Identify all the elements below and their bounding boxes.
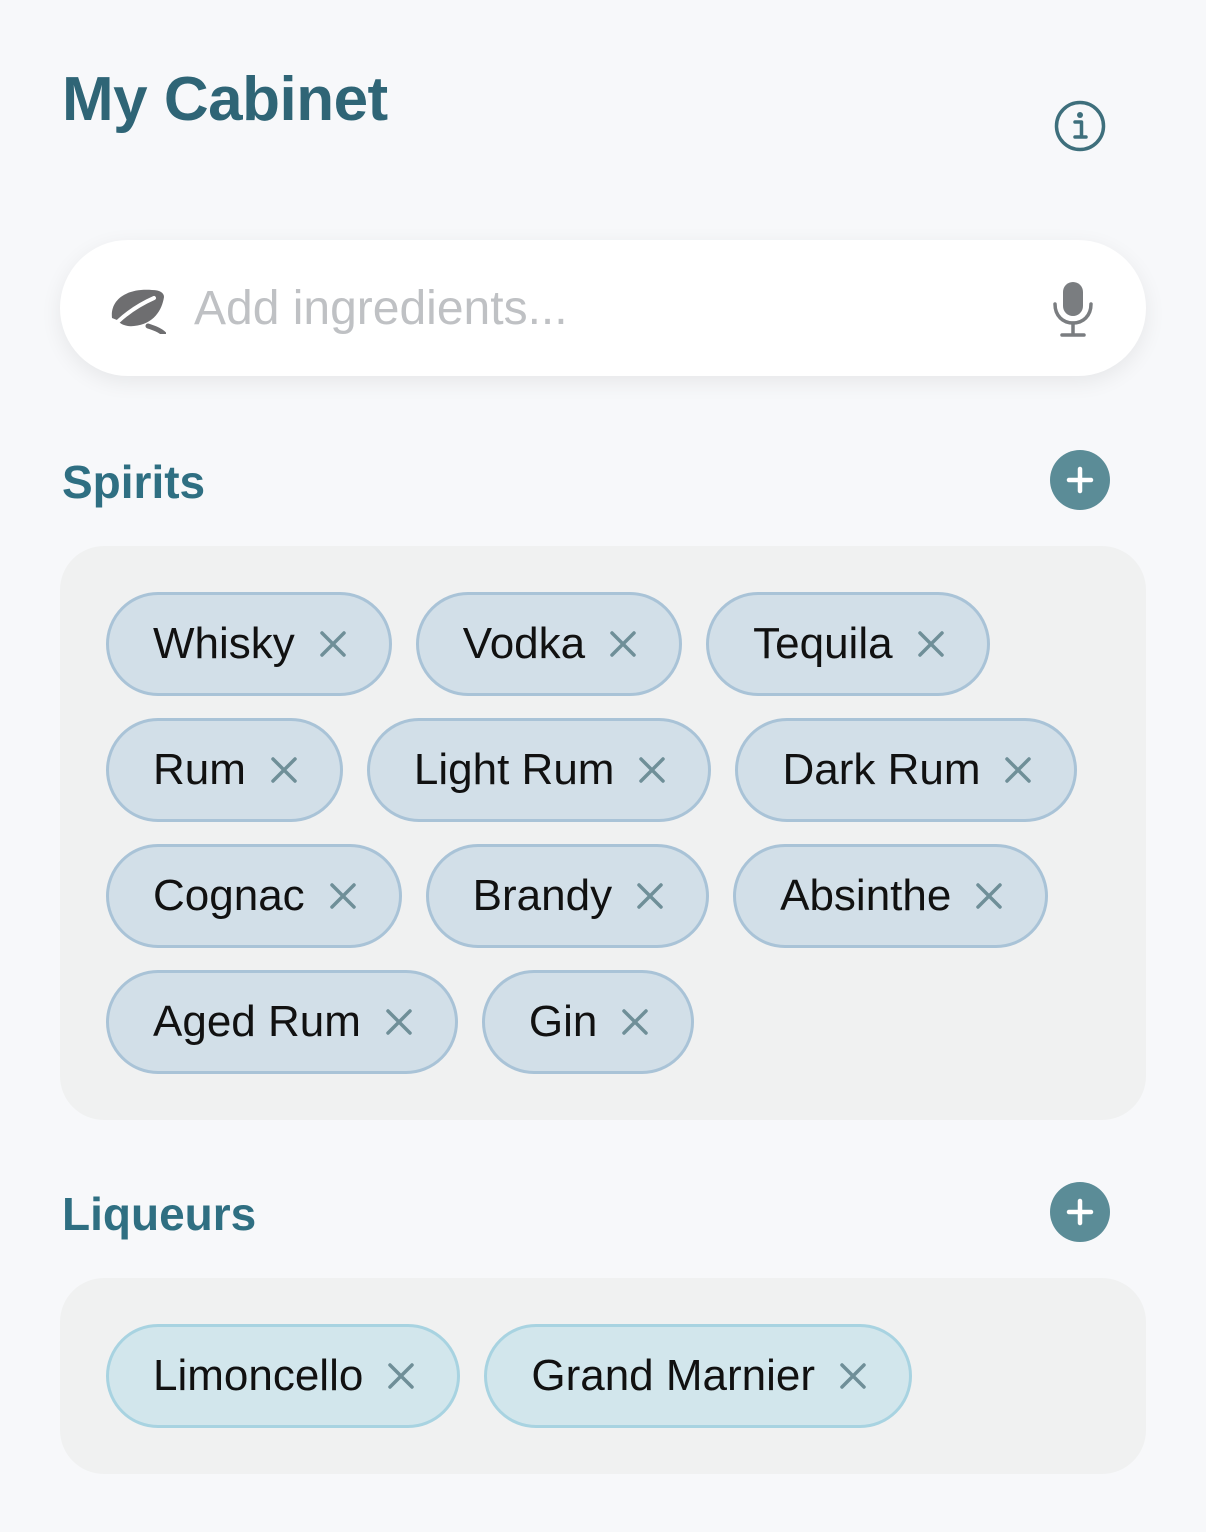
liqueurs-chip-list: Limoncello Grand Marnier (106, 1324, 1100, 1428)
search-bar (60, 240, 1146, 376)
remove-icon[interactable] (621, 1008, 649, 1036)
ingredient-chip[interactable]: Cognac (106, 844, 402, 948)
page-title: My Cabinet (62, 65, 388, 134)
ingredient-chip-label: Rum (153, 745, 246, 794)
section-title-spirits: Spirits (62, 456, 206, 508)
remove-icon[interactable] (839, 1362, 867, 1390)
ingredient-chip[interactable]: Aged Rum (106, 970, 458, 1074)
spirits-chip-list: Whisky Vodka Tequila Rum Light Rum Dark Rum Co… (106, 592, 1100, 1074)
remove-icon[interactable] (609, 630, 637, 658)
remove-icon[interactable] (329, 882, 357, 910)
ingredient-chip[interactable]: Brandy (425, 844, 710, 948)
remove-icon[interactable] (319, 630, 347, 658)
ingredient-chip[interactable]: Absinthe (733, 844, 1049, 948)
info-button[interactable] (1054, 100, 1106, 152)
ingredient-chip-label: Aged Rum (153, 997, 361, 1046)
ingredient-chip[interactable]: Vodka (415, 592, 683, 696)
liqueurs-panel: Limoncello Grand Marnier (60, 1278, 1146, 1474)
add-spirit-button[interactable] (1050, 450, 1110, 510)
ingredient-chip[interactable]: Rum (106, 718, 343, 822)
ingredient-chip-label: Absinthe (780, 871, 952, 920)
plus-icon (1066, 1198, 1094, 1226)
ingredient-chip[interactable]: Dark Rum (735, 718, 1078, 822)
remove-icon[interactable] (975, 882, 1003, 910)
leaf-icon (108, 289, 166, 334)
ingredient-chip[interactable]: Grand Marnier (484, 1324, 913, 1428)
ingredient-chip-label: Dark Rum (782, 745, 981, 794)
ingredient-chip[interactable]: Tequila (706, 592, 990, 696)
info-icon (1054, 100, 1106, 152)
remove-icon[interactable] (387, 1362, 415, 1390)
ingredient-chip-label: Tequila (753, 619, 893, 668)
add-liqueur-button[interactable] (1050, 1182, 1110, 1242)
spirits-panel: Whisky Vodka Tequila Rum Light Rum Dark Rum Co… (60, 546, 1146, 1120)
remove-icon[interactable] (270, 756, 298, 784)
remove-icon[interactable] (385, 1008, 413, 1036)
ingredient-chip-label: Light Rum (413, 745, 615, 794)
microphone-icon[interactable] (1050, 280, 1096, 338)
ingredient-chip-label: Vodka (462, 619, 586, 668)
remove-icon[interactable] (638, 756, 666, 784)
ingredient-search-input[interactable] (194, 270, 1014, 346)
section-title-liqueurs: Liqueurs (62, 1188, 257, 1240)
remove-icon[interactable] (1004, 756, 1032, 784)
ingredient-chip-label: Cognac (153, 871, 305, 920)
ingredient-chip[interactable]: Gin (481, 970, 695, 1074)
ingredient-chip-label: Gin (528, 997, 598, 1046)
ingredient-chip-label: Whisky (153, 619, 295, 668)
remove-icon[interactable] (917, 630, 945, 658)
ingredient-chip-label: Limoncello (153, 1351, 364, 1400)
ingredient-chip[interactable]: Whisky (106, 592, 392, 696)
ingredient-chip[interactable]: Light Rum (366, 718, 712, 822)
ingredient-chip-label: Grand Marnier (531, 1351, 816, 1400)
remove-icon[interactable] (636, 882, 664, 910)
ingredient-chip-label: Brandy (472, 871, 613, 920)
plus-icon (1066, 466, 1094, 494)
ingredient-chip[interactable]: Limoncello (106, 1324, 461, 1428)
